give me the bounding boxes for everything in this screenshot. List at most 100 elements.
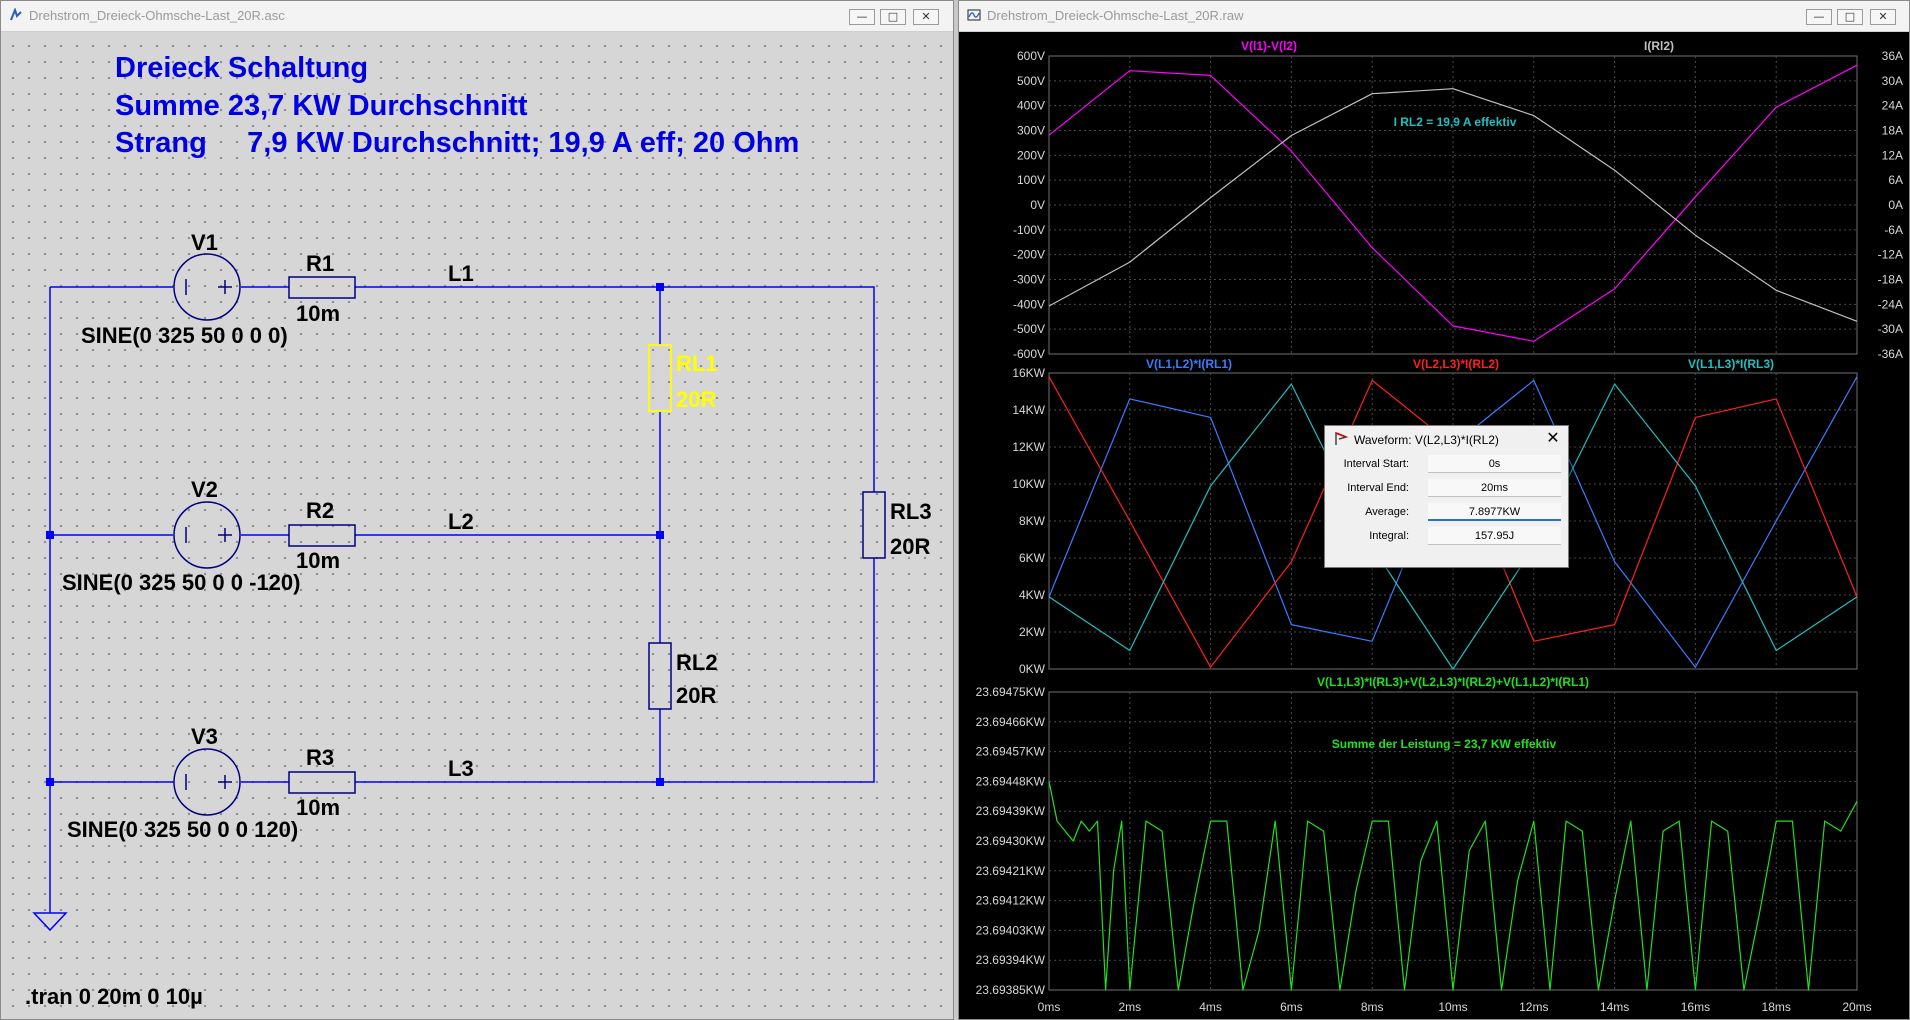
close-button[interactable]: ✕ <box>913 9 939 25</box>
series-label-p-rl1[interactable]: V(L1,L2)*I(RL1) <box>1146 357 1232 371</box>
v2-label: V2 <box>191 477 218 502</box>
y2-tick-label: -18A <box>1878 273 1903 287</box>
resistor-rl2[interactable] <box>648 642 672 710</box>
y2-tick-label: 0A <box>1888 198 1903 212</box>
ground-symbol[interactable] <box>32 912 68 932</box>
y2-tick-label: -30A <box>1878 322 1903 336</box>
y2-tick-label: 36A <box>1882 49 1903 63</box>
y-tick-label: -600V <box>1013 347 1045 361</box>
y-tick-label: 23.69475KW <box>976 685 1046 699</box>
y2-tick-label: 30A <box>1882 74 1903 88</box>
y-tick-label: 23.69412KW <box>976 894 1046 908</box>
v2-spec: SINE(0 325 50 0 0 -120) <box>62 570 300 595</box>
integral-field[interactable]: 157.95J <box>1428 527 1561 545</box>
r2-value: 10m <box>296 548 340 573</box>
schematic-drawing[interactable]: Dreieck Schaltung Summe 23,7 KW Durchsch… <box>1 32 953 1019</box>
annotation-i-rl2: I RL2 = 19,9 A effektiv <box>1394 115 1517 129</box>
series-label-p-rl3[interactable]: V(L1,L3)*I(RL3) <box>1688 357 1774 371</box>
plot-pane-total-power[interactable]: 23.69475KW 23.69466KW 23.69457KW 23.69448KW… <box>976 675 1858 997</box>
y-tick-label: 10KW <box>1012 477 1045 491</box>
y2-tick-label: -36A <box>1878 347 1903 361</box>
x-tick-label: 4ms <box>1199 1000 1222 1014</box>
x-tick-label: 20ms <box>1842 1000 1871 1014</box>
close-button[interactable]: ✕ <box>1870 9 1896 25</box>
maximize-button[interactable]: □ <box>880 9 906 25</box>
y-tick-label: 2KW <box>1019 625 1046 639</box>
series-label-i-rl2[interactable]: I(Rl2) <box>1644 39 1674 53</box>
interval-start-field[interactable]: 0s <box>1428 455 1561 473</box>
y-tick-label: 14KW <box>1012 403 1045 417</box>
schematic-titlebar[interactable]: Drehstrom_Dreieck-Ohmsche-Last_20R.asc —… <box>1 1 953 32</box>
minimize-button[interactable]: — <box>1806 9 1832 25</box>
resistor-r1[interactable] <box>288 276 356 299</box>
y-tick-label: -200V <box>1013 248 1045 262</box>
y2-tick-label: 12A <box>1882 148 1903 162</box>
integral-label: Integral: <box>1369 530 1409 542</box>
maximize-button[interactable]: □ <box>1837 9 1863 25</box>
r3-label: R3 <box>306 745 334 770</box>
y-tick-label: 23.69394KW <box>976 953 1046 967</box>
resistor-r3[interactable] <box>288 771 356 794</box>
dialog-close-icon[interactable]: ✕ <box>1544 429 1562 447</box>
r1-label: R1 <box>306 251 334 276</box>
x-tick-label: 16ms <box>1681 1000 1710 1014</box>
y2-tick-label: -6A <box>1884 223 1903 237</box>
tran-directive[interactable]: .tran 0 20m 0 10µ <box>25 984 203 1009</box>
heading-line2: Summe 23,7 KW Durchschnitt <box>115 90 528 122</box>
y-tick-label: 23.69448KW <box>976 774 1046 788</box>
resistor-r2[interactable] <box>288 524 356 547</box>
x-tick-label: 0ms <box>1038 1000 1061 1014</box>
ltspice-schematic-icon <box>10 8 22 21</box>
schematic-title: Drehstrom_Dreieck-Ohmsche-Last_20R.asc <box>29 8 285 23</box>
rl1-value: 20R <box>676 387 716 412</box>
y-tick-label: 12KW <box>1012 440 1045 454</box>
y-tick-label: 23.69430KW <box>976 834 1046 848</box>
y-tick-label: -500V <box>1013 322 1045 336</box>
y-tick-label: 400V <box>1017 99 1045 113</box>
y-tick-label: 300V <box>1017 124 1045 138</box>
series-label-v-l1-l2[interactable]: V(l1)-V(l2) <box>1241 39 1297 53</box>
minimize-button[interactable]: — <box>849 9 875 25</box>
waveform-viewer-icon <box>967 9 981 21</box>
y-tick-label: 0KW <box>1019 662 1046 676</box>
schematic-canvas[interactable]: Dreieck Schaltung Summe 23,7 KW Durchsch… <box>1 32 953 1019</box>
x-tick-label: 8ms <box>1361 1000 1384 1014</box>
waveform-measure-dialog[interactable]: Waveform: V(L2,L3)*I(RL2) ✕ Interval Sta… <box>1324 425 1569 568</box>
resistor-rl3[interactable] <box>862 491 886 559</box>
waveform-titlebar[interactable]: Drehstrom_Dreieck-Ohmsche-Last_20R.raw —… <box>959 1 1909 32</box>
rl3-value: 20R <box>890 534 930 559</box>
v3-spec: SINE(0 325 50 0 0 120) <box>67 817 298 842</box>
source-v2[interactable] <box>173 501 241 569</box>
x-tick-label: 12ms <box>1519 1000 1548 1014</box>
source-v1[interactable] <box>173 253 241 321</box>
rl2-value: 20R <box>676 683 716 708</box>
line-label-l2: L2 <box>448 509 474 534</box>
series-label-p-rl2[interactable]: V(L2,L3)*I(RL2) <box>1413 357 1499 371</box>
dialog-title: Waveform: V(L2,L3)*I(RL2) <box>1354 433 1499 447</box>
x-tick-label: 14ms <box>1600 1000 1629 1014</box>
line-label-l1: L1 <box>448 261 474 286</box>
r2-label: R2 <box>306 498 334 523</box>
v1-label: V1 <box>191 230 218 255</box>
average-field[interactable]: 7.8977KW <box>1428 503 1561 521</box>
y-tick-label: -300V <box>1013 273 1045 287</box>
y2-tick-label: -12A <box>1878 248 1903 262</box>
y-tick-label: 8KW <box>1019 514 1046 528</box>
interval-end-field[interactable]: 20ms <box>1428 479 1561 497</box>
series-label-total-power[interactable]: V(L1,L3)*I(RL3)+V(L2,L3)*I(RL2)+V(L1,L2)… <box>1317 675 1589 689</box>
y-tick-label: 23.69439KW <box>976 804 1046 818</box>
rl2-label: RL2 <box>676 650 718 675</box>
y-tick-label: 16KW <box>1012 366 1045 380</box>
plot-pane-voltage-current[interactable]: 600V 500V 400V 300V 200V 100V 0V -100V -200V -300… <box>1013 39 1903 361</box>
annotation-total-power: Summe der Leistung = 23,7 KW effektiv <box>1332 737 1557 751</box>
source-v3[interactable] <box>173 748 241 816</box>
heading-line3: Strang 7,9 KW Durchschnitt; 19,9 A eff; … <box>115 127 799 159</box>
v3-label: V3 <box>191 724 218 749</box>
x-tick-label: 10ms <box>1438 1000 1467 1014</box>
v1-spec: SINE(0 325 50 0 0 0) <box>81 323 288 348</box>
y-tick-label: 23.69466KW <box>976 715 1046 729</box>
resistor-rl1[interactable] <box>648 344 672 412</box>
y-tick-label: 23.69403KW <box>976 923 1046 937</box>
y-tick-label: 23.69385KW <box>976 983 1046 997</box>
y-tick-label: 6KW <box>1019 551 1046 565</box>
